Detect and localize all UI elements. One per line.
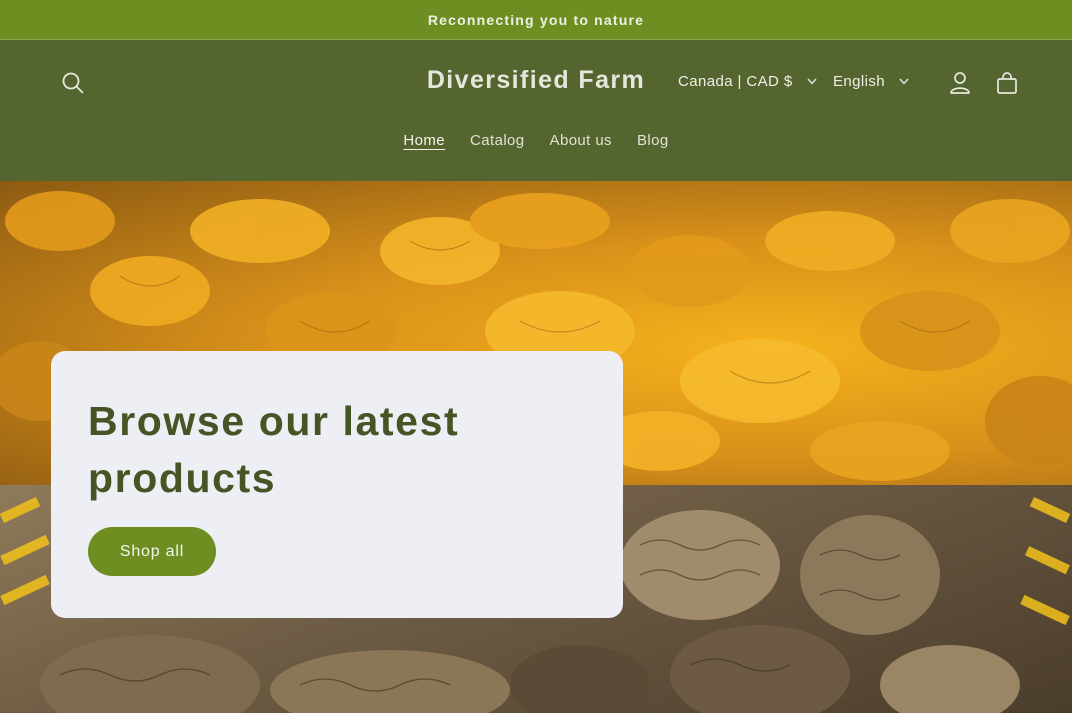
language-selector[interactable]: English	[833, 73, 909, 90]
announcement-text: Reconnecting you to nature	[427, 11, 645, 28]
nav-item-catalog[interactable]: Catalog	[470, 132, 525, 149]
brand-wrapper: Diversified Farm	[0, 66, 1072, 95]
chevron-down-icon	[899, 78, 909, 85]
announcement-bar: Reconnecting you to nature	[0, 0, 1072, 40]
brand-logo-text[interactable]: Diversified Farm	[427, 66, 645, 94]
account-icon[interactable]	[948, 70, 972, 96]
nav-item-about-us[interactable]: About us	[550, 132, 612, 149]
nav-item-blog[interactable]: Blog	[637, 132, 669, 149]
language-selector-label: English	[833, 73, 885, 90]
country-selector-label: Canada | CAD $	[678, 73, 793, 90]
country-selector[interactable]: Canada | CAD $	[678, 73, 817, 90]
site-header: Diversified Farm Canada | CAD $ English …	[0, 40, 1072, 181]
cart-icon[interactable]	[994, 70, 1020, 96]
chevron-down-icon	[807, 78, 817, 85]
main-nav: Home Catalog About us Blog	[0, 132, 1072, 149]
shop-all-button[interactable]: Shop all	[88, 527, 216, 576]
hero-heading: Browse our latest products	[88, 398, 460, 501]
hero-content-card: Browse our latest products Shop all	[51, 351, 623, 618]
hero-banner: Browse our latest products Shop all	[0, 181, 1072, 713]
search-icon[interactable]	[60, 70, 86, 96]
nav-item-home[interactable]: Home	[403, 132, 445, 149]
